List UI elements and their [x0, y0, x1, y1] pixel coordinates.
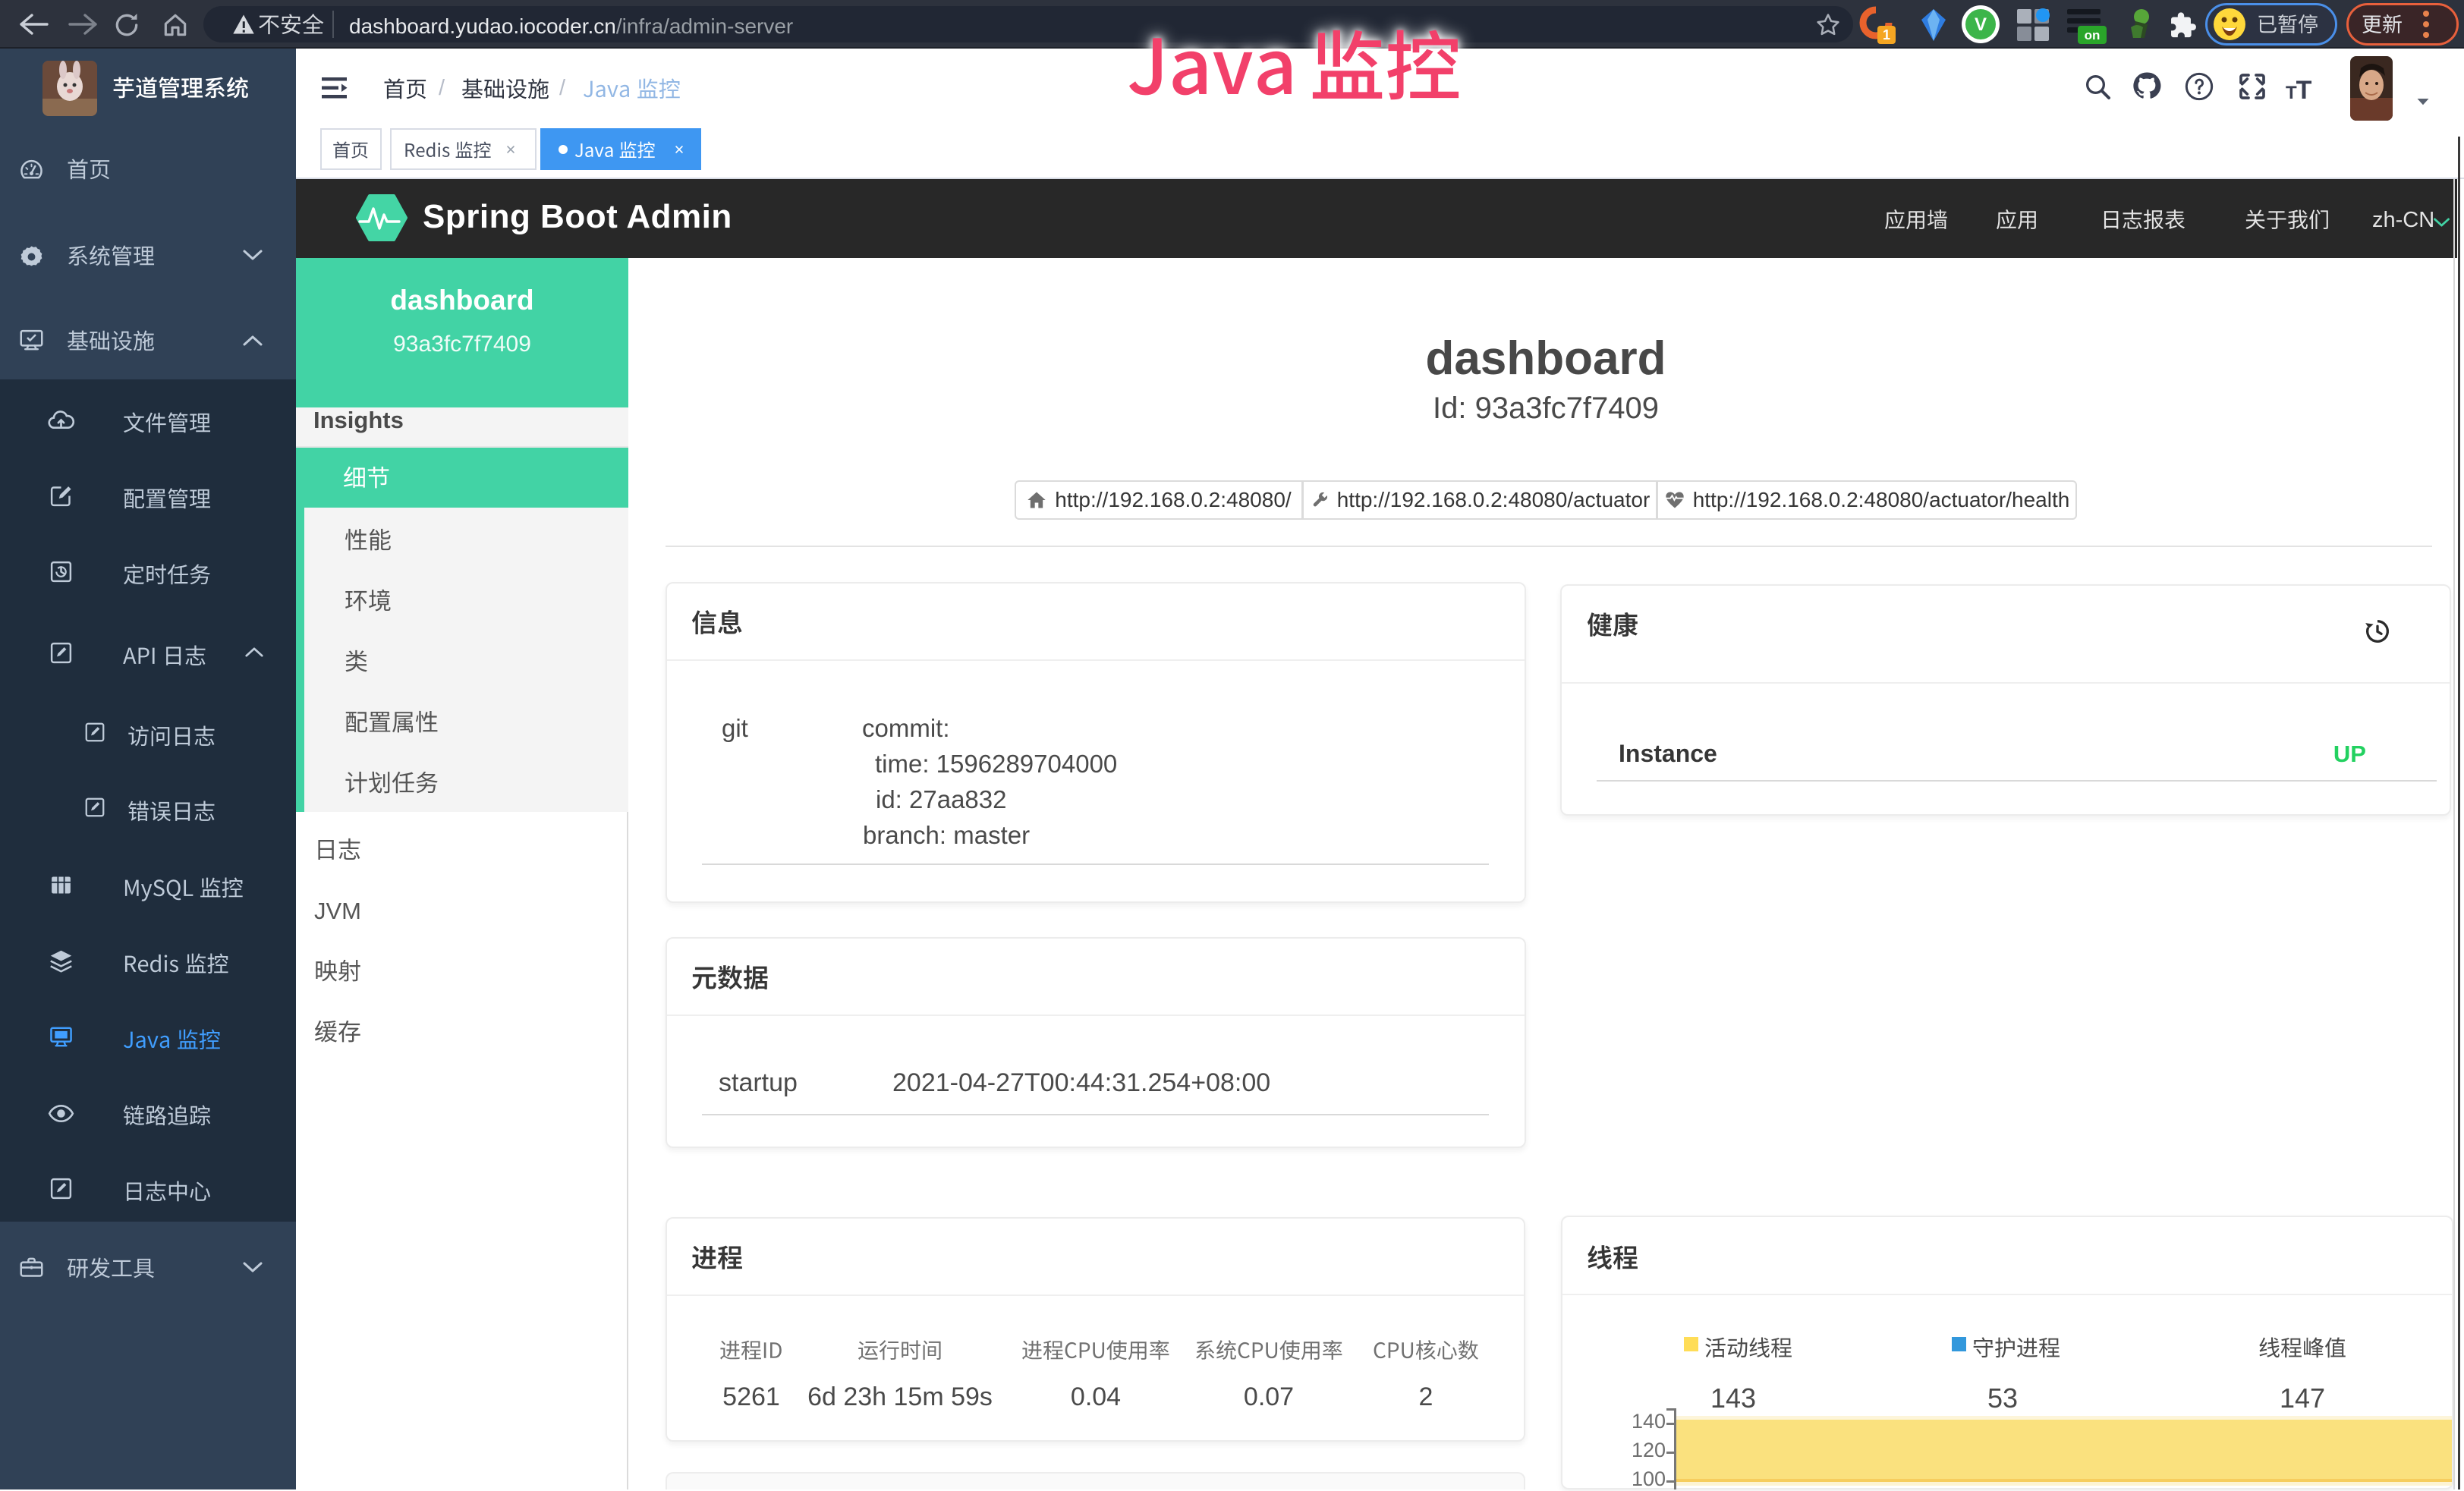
svg-text:1: 1: [1883, 27, 1890, 42]
svg-text:V: V: [1975, 14, 1987, 35]
svg-text:on: on: [2085, 28, 2101, 42]
